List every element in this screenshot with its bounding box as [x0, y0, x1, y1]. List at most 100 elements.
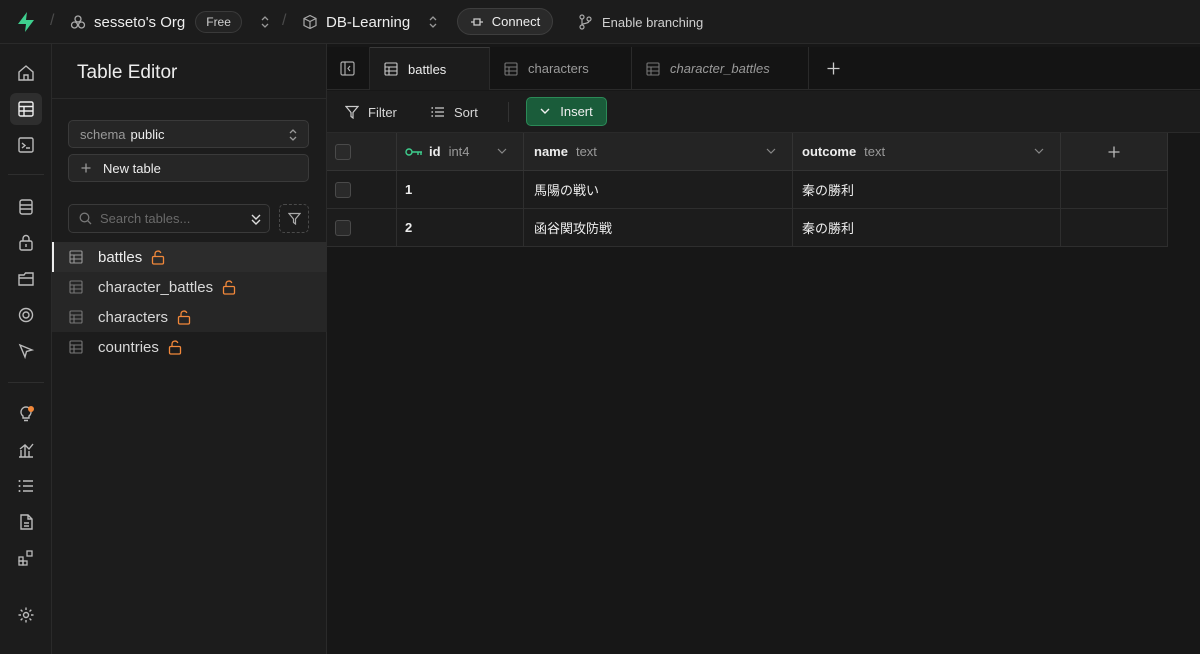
table-row	[327, 209, 397, 247]
connect-button[interactable]: Connect	[457, 8, 553, 35]
enable-branching-button[interactable]: Enable branching	[578, 0, 703, 44]
plus-icon	[827, 62, 840, 75]
nav-rail	[0, 44, 52, 654]
edge-functions-icon[interactable]	[10, 335, 42, 367]
column-type: text	[575, 144, 597, 159]
logs-list-icon[interactable]	[10, 470, 42, 502]
org-selector[interactable]: sesseto's Org Free	[70, 0, 270, 44]
filter-tables-button[interactable]	[279, 204, 309, 233]
tab-label: character_battles	[670, 61, 770, 76]
table-list-item[interactable]: countries	[52, 332, 327, 362]
search-tables-input[interactable]: Search tables...	[68, 204, 270, 233]
chevron-down-icon[interactable]	[497, 148, 507, 155]
integrations-icon[interactable]	[10, 542, 42, 574]
search-icon	[79, 212, 92, 225]
advisors-lightbulb-icon[interactable]	[10, 398, 42, 430]
top-bar: / sesseto's Org Free / DB-Learning Conne…	[0, 0, 1200, 44]
chevron-down-icon[interactable]	[766, 148, 776, 155]
unlocked-rls-icon	[177, 309, 191, 325]
main-panel: battles characters character_battles Fil…	[327, 44, 1200, 654]
cell-name[interactable]: 馬陽の戦い	[524, 171, 793, 209]
cell-outcome[interactable]: 秦の勝利	[793, 171, 1061, 209]
cell-empty	[1061, 171, 1168, 209]
rail-divider	[8, 174, 44, 175]
cell-empty	[1061, 209, 1168, 247]
tab-characters[interactable]: characters	[490, 47, 632, 90]
cell-outcome[interactable]: 秦の勝利	[793, 209, 1061, 247]
insert-label: Insert	[560, 104, 593, 119]
tab-label: characters	[528, 61, 589, 76]
cell-id[interactable]: 2	[397, 209, 524, 247]
select-all-checkbox[interactable]	[335, 143, 351, 160]
realtime-icon[interactable]	[10, 299, 42, 331]
git-branch-icon	[578, 14, 592, 30]
add-column-button[interactable]	[1061, 133, 1168, 171]
home-icon[interactable]	[10, 57, 42, 89]
table-icon	[384, 62, 398, 76]
supabase-logo-icon[interactable]	[16, 11, 36, 33]
table-list-item[interactable]: character_battles	[52, 272, 327, 302]
enable-branching-label: Enable branching	[602, 14, 704, 30]
toolbar-divider	[508, 102, 509, 122]
authentication-icon[interactable]	[10, 227, 42, 259]
toggle-sidebar-button[interactable]	[327, 47, 370, 90]
org-icon	[70, 14, 86, 30]
sidebar-title: Table Editor	[77, 62, 178, 83]
schema-label: schema	[80, 126, 126, 142]
row-checkbox[interactable]	[335, 219, 351, 236]
reports-icon[interactable]	[10, 434, 42, 466]
tab-battles[interactable]: battles	[370, 47, 490, 90]
tab-character-battles[interactable]: character_battles	[632, 47, 809, 90]
new-table-button[interactable]: New table	[68, 154, 309, 182]
api-docs-icon[interactable]	[10, 506, 42, 538]
new-tab-button[interactable]	[809, 47, 859, 90]
table-editor-sidebar: Table Editor schema public New table Sea…	[52, 44, 327, 654]
column-header-id[interactable]: id int4	[397, 133, 524, 171]
rail-divider	[8, 382, 44, 383]
table-list-item[interactable]: characters	[52, 302, 327, 332]
table-row	[327, 171, 397, 209]
column-name: id	[429, 144, 441, 159]
column-header-outcome[interactable]: outcome text	[793, 133, 1061, 171]
storage-icon[interactable]	[10, 263, 42, 295]
cell-id[interactable]: 1	[397, 171, 524, 209]
project-settings-gear-icon[interactable]	[10, 599, 42, 631]
filter-button[interactable]: Filter	[345, 91, 397, 133]
cell-name[interactable]: 函谷関攻防戦	[524, 209, 793, 247]
table-editor-icon[interactable]	[10, 93, 42, 125]
table-name: countries	[98, 338, 159, 356]
project-name: DB-Learning	[326, 13, 411, 31]
breadcrumb-separator: /	[50, 12, 55, 29]
table-list-item[interactable]: battles	[52, 242, 327, 272]
plug-icon	[470, 16, 484, 28]
sidebar-divider	[52, 98, 327, 99]
table-icon	[504, 61, 518, 76]
new-table-label: New table	[103, 160, 161, 176]
chevron-down-icon[interactable]	[1034, 148, 1044, 155]
filter-label: Filter	[368, 104, 397, 120]
sql-editor-icon[interactable]	[10, 129, 42, 161]
insert-button[interactable]: Insert	[526, 97, 607, 126]
grid-toolbar: Filter Sort Insert	[327, 91, 1200, 133]
table-icon	[69, 310, 83, 324]
plus-icon	[1108, 146, 1120, 158]
tab-label: battles	[408, 61, 447, 77]
column-header-name[interactable]: name text	[524, 133, 793, 171]
connect-label: Connect	[491, 14, 541, 29]
row-checkbox[interactable]	[335, 181, 351, 198]
collapse-chevrons-icon[interactable]	[250, 212, 262, 226]
sort-button[interactable]: Sort	[431, 91, 478, 133]
plus-icon	[81, 163, 91, 173]
schema-selector[interactable]: schema public	[68, 120, 309, 148]
column-name: name	[534, 144, 568, 159]
sidebar-collapse-icon	[340, 61, 355, 76]
org-switch-chevron-icon[interactable]	[260, 15, 270, 29]
project-selector[interactable]: DB-Learning	[302, 0, 438, 44]
database-icon[interactable]	[10, 191, 42, 223]
table-name: characters	[98, 308, 169, 326]
funnel-icon	[287, 212, 301, 225]
table-icon	[69, 340, 83, 354]
project-switch-chevron-icon[interactable]	[428, 15, 438, 29]
breadcrumb-separator: /	[282, 12, 287, 29]
unlocked-rls-icon	[222, 279, 236, 295]
